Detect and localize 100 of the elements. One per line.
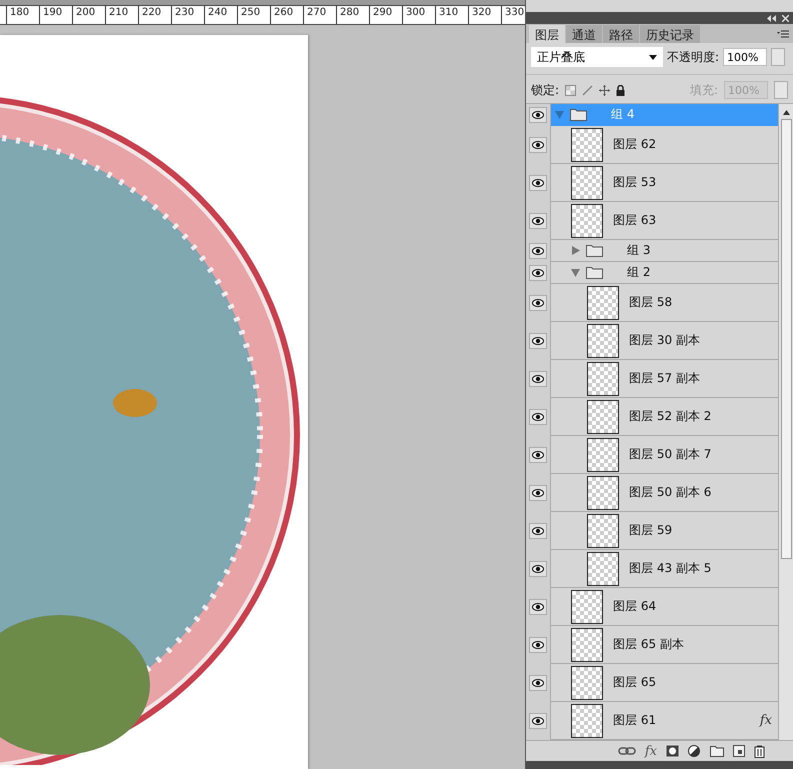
eye-icon (532, 717, 544, 725)
scrollbar[interactable] (778, 104, 793, 740)
layer-row[interactable]: 图层 61 fx (526, 702, 778, 740)
layer-row[interactable]: 图层 52 副本 2 (526, 398, 778, 436)
ruler-label: 290 (369, 6, 402, 24)
layer-row[interactable]: 图层 59 (526, 512, 778, 550)
folder-icon (570, 108, 587, 121)
fx-button[interactable]: fx (644, 744, 657, 758)
layer-thumbnail (587, 438, 619, 472)
blend-mode-dropdown[interactable]: 正片叠底 (531, 47, 663, 67)
lock-transparent-icon[interactable] (565, 84, 576, 96)
lock-icon[interactable] (616, 84, 626, 96)
layer-row[interactable]: 图层 30 副本 (526, 322, 778, 360)
layer-name: 图层 43 副本 5 (629, 560, 712, 577)
layer-row[interactable]: 组 2 (526, 262, 778, 284)
close-icon[interactable] (782, 14, 789, 22)
visibility-toggle[interactable] (529, 295, 547, 311)
layer-name: 图层 59 (629, 522, 672, 539)
layer-row[interactable]: 图层 58 (526, 284, 778, 322)
layer-name: 图层 52 副本 2 (629, 408, 712, 425)
visibility-toggle[interactable] (529, 675, 547, 691)
layer-row[interactable]: 组 3 (526, 240, 778, 262)
visibility-toggle[interactable] (529, 137, 547, 153)
layer-row[interactable]: 图层 64 (526, 588, 778, 626)
layer-thumbnail (571, 666, 603, 700)
layer-row[interactable]: 图层 53 (526, 164, 778, 202)
ruler-label: 310 (435, 6, 468, 24)
eye-icon (532, 451, 544, 459)
mask-icon[interactable] (666, 745, 679, 757)
panel-tab[interactable]: 图层 (529, 25, 565, 43)
visibility-toggle[interactable] (529, 713, 547, 729)
ruler-label: 230 (171, 6, 204, 24)
layer-row[interactable]: 图层 63 (526, 202, 778, 240)
visibility-toggle[interactable] (529, 599, 547, 615)
eye-icon (532, 299, 544, 307)
panel-tab[interactable]: 路径 (603, 25, 639, 43)
lock-label: 锁定: (531, 82, 560, 98)
visibility-toggle[interactable] (529, 409, 547, 425)
visibility-toggle[interactable] (529, 447, 547, 463)
layer-thumbnail (571, 628, 603, 662)
layer-name: 图层 65 副本 (613, 636, 684, 653)
new-layer-icon[interactable] (733, 745, 745, 757)
layer-name: 图层 57 副本 (629, 370, 700, 387)
panel-tab[interactable]: 通道 (566, 25, 602, 43)
menu-icon[interactable] (777, 30, 789, 38)
layer-row[interactable]: 图层 65 副本 (526, 626, 778, 664)
eye-icon (532, 269, 544, 277)
visibility-toggle[interactable] (529, 523, 547, 539)
visibility-toggle[interactable] (529, 333, 547, 349)
layer-thumbnail (587, 286, 619, 320)
eye-icon (532, 111, 544, 119)
move-icon[interactable] (599, 84, 610, 96)
layer-row[interactable]: 图层 43 副本 5 (526, 550, 778, 588)
layer-row[interactable]: 图层 62 (526, 126, 778, 164)
scroll-up-icon[interactable] (782, 110, 790, 115)
collapse-icon[interactable] (767, 14, 776, 22)
ruler-label: 180 (6, 6, 39, 24)
layer-name: 图层 30 副本 (629, 332, 700, 349)
visibility-toggle[interactable] (529, 371, 547, 387)
eye-icon (532, 565, 544, 573)
ruler-label: 320 (468, 6, 501, 24)
eye-icon (532, 413, 544, 421)
eye-icon (532, 641, 544, 649)
layer-thumbnail (571, 590, 603, 624)
panel-tab[interactable]: 历史记录 (640, 25, 700, 43)
ruler-label: 190 (39, 6, 72, 24)
visibility-toggle[interactable] (529, 175, 547, 191)
layer-row[interactable]: 图层 50 副本 6 (526, 474, 778, 512)
eye-icon (532, 141, 544, 149)
visibility-toggle[interactable] (529, 243, 547, 259)
layer-name: 图层 63 (613, 212, 656, 229)
eye-icon (532, 375, 544, 383)
layer-row[interactable]: 图层 50 副本 7 (526, 436, 778, 474)
layer-thumbnail (587, 400, 619, 434)
layer-name: 图层 50 副本 6 (629, 484, 712, 501)
eye-icon (532, 217, 544, 225)
effects-badge[interactable]: fx (760, 713, 772, 728)
group-name: 组 4 (611, 106, 634, 123)
ruler-label: 240 (204, 6, 237, 24)
visibility-toggle[interactable] (529, 265, 547, 281)
layer-row[interactable]: 图层 57 副本 (526, 360, 778, 398)
half-circle-icon[interactable] (688, 744, 701, 758)
visibility-toggle[interactable] (529, 637, 547, 653)
visibility-toggle[interactable] (529, 485, 547, 501)
collapsed-triangle-icon[interactable] (571, 246, 580, 255)
group-name: 组 3 (627, 242, 650, 259)
trash-icon[interactable] (754, 744, 765, 758)
link-icon[interactable] (618, 747, 636, 755)
folder-icon[interactable] (710, 746, 724, 756)
visibility-toggle[interactable] (529, 561, 547, 577)
expanded-triangle-icon[interactable] (571, 268, 580, 277)
ruler-label: 300 (402, 6, 435, 24)
visibility-toggle[interactable] (529, 107, 547, 123)
opacity-field[interactable]: 100% (723, 48, 768, 66)
layer-row[interactable]: 图层 65 (526, 664, 778, 702)
layer-thumbnail (571, 204, 603, 238)
visibility-toggle[interactable] (529, 213, 547, 229)
eye-icon (532, 179, 544, 187)
ruler-label: 260 (270, 6, 303, 24)
layer-thumbnail (587, 476, 619, 510)
